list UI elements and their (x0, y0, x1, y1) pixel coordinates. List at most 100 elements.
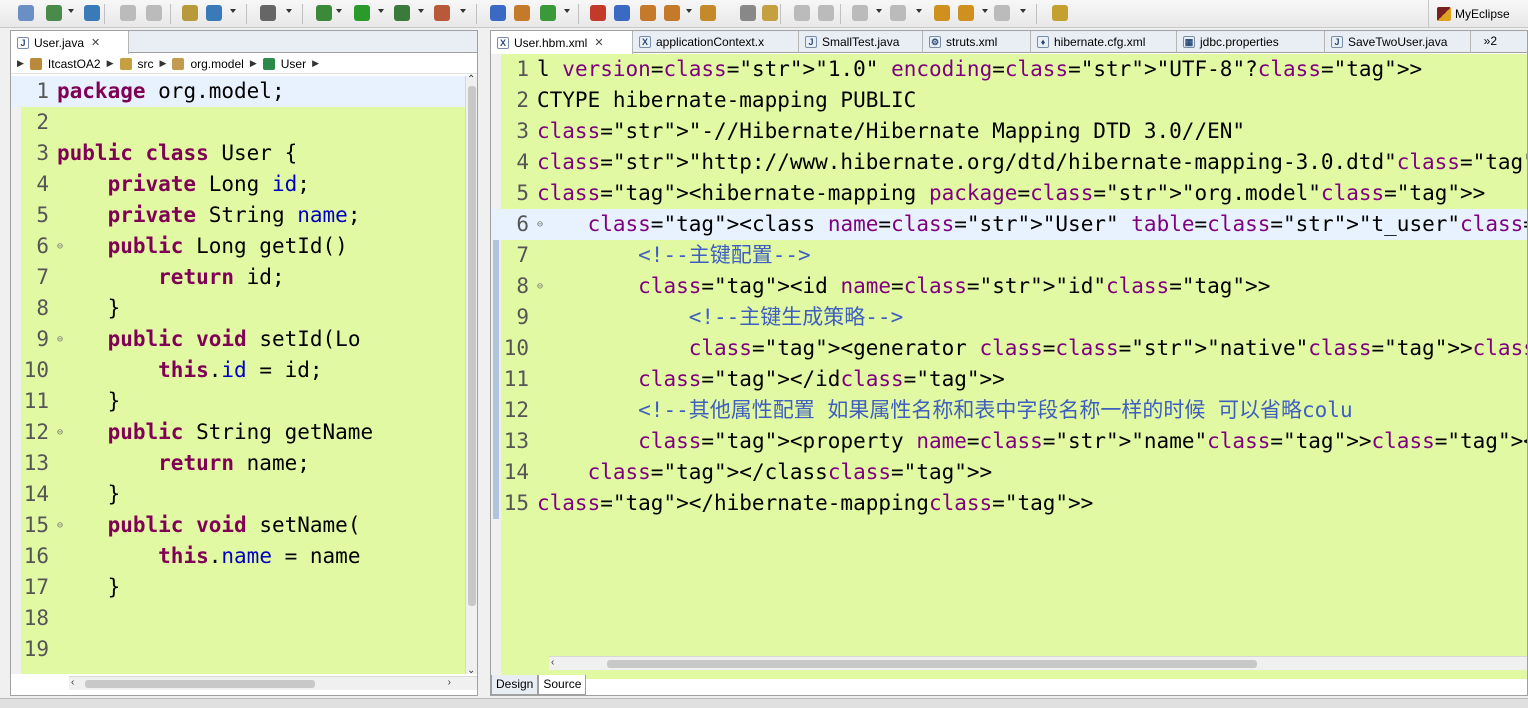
scrollbar-thumb[interactable] (607, 660, 1257, 668)
breadcrumb-arrow-icon[interactable]: ▶ (312, 58, 319, 69)
vertical-scrollbar[interactable]: ⌃ ⌄ (465, 74, 477, 676)
code-line[interactable]: 14 class="tag"></classclass="tag">> (491, 457, 1527, 488)
horizontal-scrollbar[interactable]: ‹ › (69, 676, 477, 690)
code-line[interactable]: 14 } (11, 479, 465, 510)
toolbar-button-icon[interactable] (958, 5, 974, 21)
toolbar-button-icon[interactable] (994, 5, 1010, 21)
dropdown-arrow-icon[interactable] (876, 9, 882, 13)
dropdown-arrow-icon[interactable] (686, 9, 692, 13)
tab-design[interactable]: Design (491, 675, 539, 695)
fold-toggle-icon[interactable]: ⊖ (537, 271, 543, 302)
breadcrumb-arrow-icon[interactable]: ▶ (17, 58, 24, 69)
toolbar-button-icon[interactable] (700, 5, 716, 21)
code-line[interactable]: 2 (11, 107, 465, 138)
toolbar-button-icon[interactable] (84, 5, 100, 21)
fold-toggle-icon[interactable]: ⊖ (57, 510, 63, 541)
code-line[interactable]: 11 class="tag"></idclass="tag">> (491, 364, 1527, 395)
toolbar-button-icon[interactable] (614, 5, 630, 21)
toolbar-button-icon[interactable] (514, 5, 530, 21)
tab-user-java[interactable]: J User.java ✕ (11, 31, 129, 54)
breadcrumb-item[interactable]: org.model (190, 57, 243, 71)
toolbar-button-icon[interactable] (664, 5, 680, 21)
xml-code-area[interactable]: 1 l version=class="str">"1.0" encoding=cl… (491, 54, 1527, 679)
toolbar-button-icon[interactable] (1052, 5, 1068, 21)
dropdown-arrow-icon[interactable] (418, 9, 424, 13)
code-line[interactable]: 15 class="tag"></hibernate-mappingclass="… (491, 488, 1527, 519)
close-icon[interactable]: ✕ (594, 36, 603, 49)
dropdown-arrow-icon[interactable] (916, 9, 922, 13)
toolbar-button-icon[interactable] (46, 5, 62, 21)
scroll-left-icon[interactable]: ‹ (71, 677, 74, 688)
perspective-switcher[interactable]: MyEclipse (1428, 0, 1528, 28)
editor-tab[interactable]: J SmallTest.java (799, 31, 923, 53)
code-line[interactable]: 19 (11, 634, 465, 665)
code-line[interactable]: 8 class="tag"><id name=class="str">"id"c… (491, 271, 1527, 302)
toolbar-button-icon[interactable] (794, 5, 810, 21)
editor-tab[interactable]: J SaveTwoUser.java (1325, 31, 1471, 53)
toolbar-button-icon[interactable] (890, 5, 906, 21)
code-line[interactable]: 5 private String name; (11, 200, 465, 231)
code-line[interactable]: 8 } (11, 293, 465, 324)
code-line[interactable]: 3 class="str">"-//Hibernate/Hibernate Map… (491, 116, 1527, 147)
fold-toggle-icon[interactable]: ⊖ (57, 417, 63, 448)
editor-tab[interactable]: X User.hbm.xml ✕ (491, 31, 633, 54)
code-line[interactable]: 16 this.name = name (11, 541, 465, 572)
code-line[interactable]: 10 this.id = id; (11, 355, 465, 386)
editor-tab[interactable]: ⚙ struts.xml (923, 31, 1031, 53)
breadcrumb-arrow-icon[interactable]: ▶ (107, 58, 114, 69)
fold-toggle-icon[interactable]: ⊖ (57, 324, 63, 355)
toolbar-button-icon[interactable] (540, 5, 556, 21)
toolbar-button-icon[interactable] (260, 5, 276, 21)
breadcrumb-item[interactable]: src (138, 57, 154, 71)
toolbar-button-icon[interactable] (740, 5, 756, 21)
more-tabs-indicator[interactable]: »2 (1484, 34, 1497, 48)
code-line[interactable]: 10 class="tag"><generator class=class="s… (491, 333, 1527, 364)
dropdown-arrow-icon[interactable] (68, 9, 74, 13)
toolbar-button-icon[interactable] (120, 5, 136, 21)
code-line[interactable]: 9 public void setId(Lo ⊖ (11, 324, 465, 355)
scroll-right-icon[interactable]: › (448, 677, 451, 688)
code-line[interactable]: 2 CTYPE hibernate-mapping PUBLIC (491, 85, 1527, 116)
editor-tab[interactable]: ▦ jdbc.properties (1177, 31, 1325, 53)
code-line[interactable]: 17 } (11, 572, 465, 603)
toolbar-button-icon[interactable] (182, 5, 198, 21)
toolbar-button-icon[interactable] (434, 5, 450, 21)
toolbar-button-icon[interactable] (354, 5, 370, 21)
dropdown-arrow-icon[interactable] (286, 9, 292, 13)
scrollbar-thumb[interactable] (85, 680, 315, 688)
editor-tab[interactable]: XapplicationContext.x (633, 31, 799, 53)
scroll-up-icon[interactable]: ⌃ (467, 74, 475, 85)
code-line[interactable]: 11 } (11, 386, 465, 417)
dropdown-arrow-icon[interactable] (982, 9, 988, 13)
code-line[interactable]: 15 public void setName(⊖ (11, 510, 465, 541)
editor-tab[interactable]: ♦ hibernate.cfg.xml (1031, 31, 1177, 53)
code-line[interactable]: 4 private Long id; (11, 169, 465, 200)
code-line[interactable]: 7 return id; (11, 262, 465, 293)
code-line[interactable]: 4 class="str">"http://www.hibernate.org/d… (491, 147, 1527, 178)
toolbar-button-icon[interactable] (490, 5, 506, 21)
code-line[interactable]: 13 return name; (11, 448, 465, 479)
dropdown-arrow-icon[interactable] (336, 9, 342, 13)
scroll-left-icon[interactable]: ‹ (551, 657, 554, 668)
scrollbar-thumb[interactable] (468, 86, 476, 606)
code-line[interactable]: 7 <!--主键配置--> (491, 240, 1527, 271)
toolbar-button-icon[interactable] (934, 5, 950, 21)
code-line[interactable]: 6 class="tag"><class name=class="str">"U… (491, 209, 1527, 240)
toolbar-button-icon[interactable] (394, 5, 410, 21)
dropdown-arrow-icon[interactable] (378, 9, 384, 13)
code-line[interactable]: 13 class="tag"><property name=class="str… (491, 426, 1527, 457)
code-line[interactable]: 1 package org.model; (11, 76, 465, 107)
toolbar-button-icon[interactable] (852, 5, 868, 21)
dropdown-arrow-icon[interactable] (460, 9, 466, 13)
toolbar-button-icon[interactable] (590, 5, 606, 21)
code-line[interactable]: 12 public String getName ⊖ (11, 417, 465, 448)
java-code-area[interactable]: 1 package org.model; 2 3 public class User {… (11, 76, 465, 674)
tab-source[interactable]: Source (538, 675, 587, 695)
code-line[interactable]: 5 class="tag"><hibernate-mapping package=… (491, 178, 1527, 209)
code-line[interactable]: 6 public Long getId() ⊖ (11, 231, 465, 262)
dropdown-arrow-icon[interactable] (230, 9, 236, 13)
dropdown-arrow-icon[interactable] (564, 9, 570, 13)
fold-toggle-icon[interactable]: ⊖ (537, 209, 543, 240)
toolbar-button-icon[interactable] (818, 5, 834, 21)
toolbar-button-icon[interactable] (316, 5, 332, 21)
